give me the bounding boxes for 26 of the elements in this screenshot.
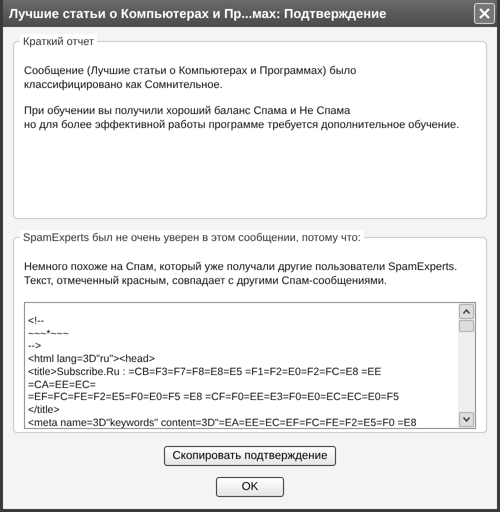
source-line: ~~~*~~~ xyxy=(28,328,70,340)
scroll-up-button[interactable] xyxy=(459,304,474,319)
close-icon xyxy=(478,7,491,20)
source-line: --> xyxy=(28,340,42,354)
close-button[interactable] xyxy=(474,3,495,24)
scroll-thumb[interactable] xyxy=(459,320,474,332)
source-text-area[interactable] xyxy=(24,302,476,429)
ok-button[interactable]: OK xyxy=(216,477,284,497)
scroll-down-button[interactable] xyxy=(459,412,474,427)
summary-paragraph: При обучении вы получили хороший баланс Спама и Не Спама но для более эффективной работы программе требуется дополнительное обучение. xyxy=(24,104,460,132)
source-line: <!-- xyxy=(28,315,46,328)
chevron-down-icon xyxy=(463,417,470,422)
source-line: <title>Subscribe.Ru : =CB=F3=F7=F8=E8=E5 =F1=F2=E0=F2=FC=E8 =EE xyxy=(28,366,382,379)
group-legend: SpamExperts был не очень уверен в этом сообщении, потому что: xyxy=(20,230,364,246)
source-line: <meta name=3D"keywords" content=3D"=EA=EE=EC=EF=FC=FE=F2=E5=F0 =E8 xyxy=(28,416,418,428)
explanation-text: Немного похоже на Спам, который уже получали другие пользователи SpamExperts. Текст, отмеченный красным, совпадает с другими Спам-сообщениями. xyxy=(24,260,458,288)
source-line: =CA=EE=EC= xyxy=(28,378,97,392)
chevron-up-icon xyxy=(463,309,470,314)
summary-paragraph: Сообщение (Лучшие статьи о Компьютерах и Программах) было классифицировано как Сомнительное. xyxy=(24,64,358,92)
source-line: </title> xyxy=(28,404,61,417)
source-line: =EF=FC=FE=F2=E5=F0=E0=F5 =E8 =CF=F0=EE=E3=F0=E0=EC=EC=E0=F5 xyxy=(28,391,400,404)
scrollbar[interactable] xyxy=(458,303,475,428)
source-line: <html lang=3D"ru"><head> xyxy=(28,353,156,366)
copy-button[interactable]: Скопировать подтверждение xyxy=(164,446,336,466)
window-title: Лучшие статьи о Компьютерах и Пр...мах: Подтверждение xyxy=(9,4,386,23)
group-legend: Краткий отчет xyxy=(20,34,98,50)
